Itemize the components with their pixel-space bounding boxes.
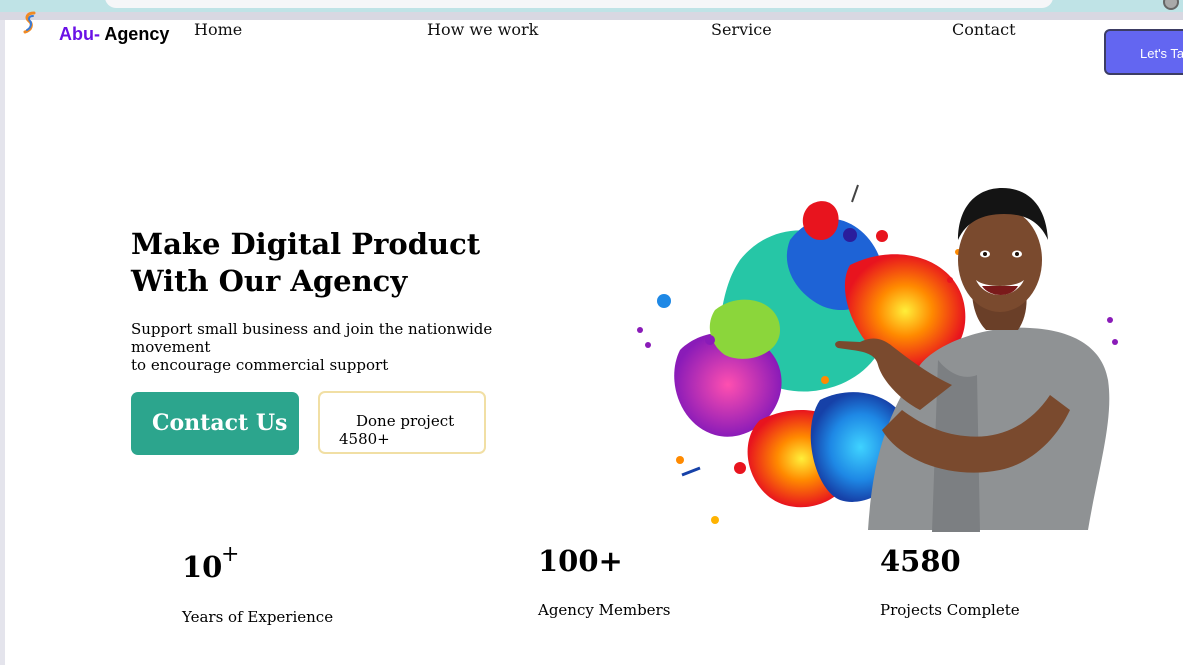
address-bar[interactable] <box>105 0 1053 8</box>
agency-logo-icon[interactable] <box>19 10 41 36</box>
stat-years-suffix: + <box>221 542 240 567</box>
page-edge <box>0 20 5 665</box>
nav-service[interactable]: Service <box>711 20 772 39</box>
browser-divider <box>0 12 1183 20</box>
hero-illustration <box>637 184 1118 532</box>
hero-title-line-2: With Our Agency <box>131 264 408 298</box>
contact-us-button[interactable]: Contact Us <box>131 392 299 455</box>
stat-years-value: 10 <box>182 550 223 584</box>
nav-how-we-work[interactable]: How we work <box>427 20 538 39</box>
brand-name[interactable]: Abu- Agency <box>59 24 169 45</box>
hero-title-line-1: Make Digital Product <box>131 227 481 261</box>
hero-subtitle-line-1: Support small business and join the nati… <box>131 320 493 356</box>
nav-home[interactable]: Home <box>194 20 242 39</box>
brand-accent: Abu- <box>59 24 100 44</box>
person-pointing <box>835 188 1110 532</box>
stat-years-label: Years of Experience <box>182 608 334 626</box>
stat-projects-label: Projects Complete <box>880 601 1020 619</box>
done-project-label: Done project <box>356 412 455 430</box>
done-project-value: 4580+ <box>339 430 390 448</box>
stat-projects-value: 4580 <box>880 544 961 578</box>
stat-members-value: 100+ <box>538 544 623 578</box>
stat-members-label: Agency Members <box>538 601 671 619</box>
done-project-card: Done project 4580+ <box>318 391 486 454</box>
nav-contact[interactable]: Contact <box>952 20 1016 39</box>
lets-talk-button[interactable]: Let's Talk <box>1104 29 1183 75</box>
brand-word: Agency <box>99 24 170 44</box>
hero-subtitle: Support small business and join the nati… <box>131 320 531 374</box>
hero-title: Make Digital Product With Our Agency <box>131 226 551 300</box>
hero-subtitle-line-2: to encourage commercial support <box>131 356 389 374</box>
